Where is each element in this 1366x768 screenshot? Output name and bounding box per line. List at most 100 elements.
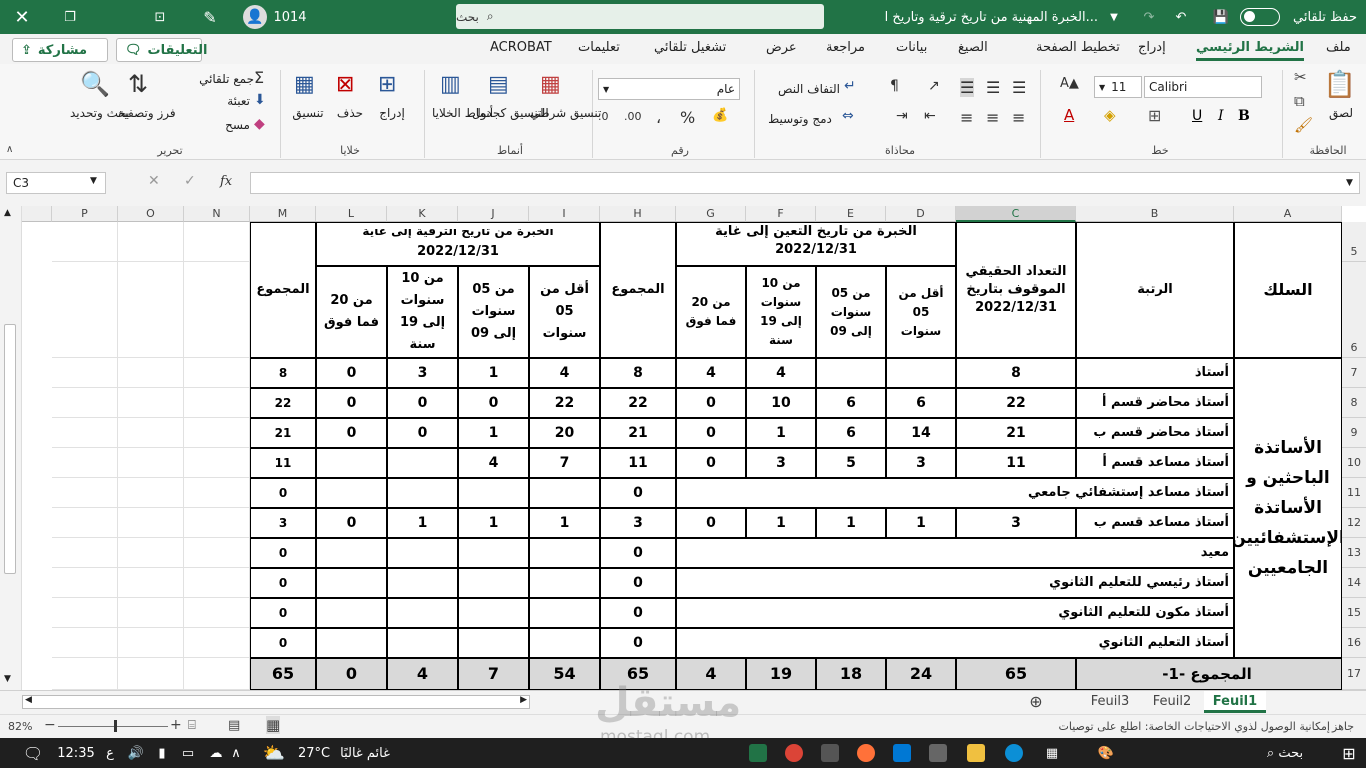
rank-cell[interactable]: أستاذ مساعد قسم ب — [1076, 508, 1234, 538]
data-cell-i[interactable] — [529, 538, 600, 568]
vertical-scrollbar[interactable]: ▲ ▼ — [0, 206, 22, 690]
header-total-1[interactable]: المجموع — [600, 222, 676, 358]
explorer-app-icon[interactable] — [962, 738, 990, 768]
cut-icon[interactable]: ✂ — [1294, 68, 1307, 86]
fill-button[interactable]: تعبئة — [200, 94, 250, 109]
header-sub-lt5[interactable]: أقل من 05 سنوات — [886, 266, 956, 358]
data-cell-h[interactable]: 22 — [600, 388, 676, 418]
battery-icon[interactable]: ▭ — [176, 738, 200, 768]
data-cell-f[interactable]: 4 — [746, 358, 816, 388]
rank-cell[interactable]: أستاذ مساعد إستشفائي جامعي — [676, 478, 1234, 508]
undo-icon[interactable]: ↶ — [1166, 0, 1196, 34]
confirm-icon[interactable]: ✓ — [184, 174, 196, 189]
function-icon[interactable]: fx — [220, 174, 232, 189]
rank-cell[interactable]: أستاذ مكون للتعليم الثانوي — [676, 598, 1234, 628]
header-total-2[interactable]: المجموع — [250, 222, 316, 358]
column-header-m[interactable]: M — [250, 206, 316, 222]
data-cell-d[interactable]: 1 — [886, 508, 956, 538]
accessibility-status[interactable]: إمكانية الوصول لذوي الاحتياجات الخاصة: ا… — [1030, 720, 1330, 733]
scroll-down-icon[interactable]: ▼ — [4, 674, 11, 684]
scroll-right-icon[interactable]: ▶ — [520, 695, 527, 705]
column-header-j[interactable]: J — [458, 206, 529, 222]
underline-icon[interactable]: U — [1192, 108, 1202, 124]
collapse-ribbon-icon[interactable]: ∧ — [6, 144, 13, 155]
data-cell-g[interactable]: 4 — [676, 358, 746, 388]
data-cell-m[interactable]: 11 — [250, 448, 316, 478]
pen-icon[interactable]: ✎ — [190, 0, 230, 34]
data-cell-i[interactable] — [529, 478, 600, 508]
data-cell-f[interactable]: 3 — [746, 448, 816, 478]
column-header-a[interactable]: A — [1234, 206, 1342, 222]
store-app-icon[interactable] — [924, 738, 952, 768]
bold-icon[interactable]: B — [1238, 108, 1250, 124]
column-header-p[interactable]: P — [52, 206, 118, 222]
empty-cell[interactable] — [184, 598, 250, 628]
data-cell-h[interactable]: 8 — [600, 358, 676, 388]
header-sub-10to19[interactable]: من 10 سنوات إلى 19 سنة — [387, 266, 458, 358]
data-cell-h[interactable]: 0 — [600, 568, 676, 598]
empty-cell[interactable] — [118, 628, 184, 658]
empty-cell[interactable] — [184, 448, 250, 478]
data-cell-l[interactable] — [316, 598, 387, 628]
empty-cell[interactable] — [52, 478, 118, 508]
data-cell-h[interactable]: 0 — [600, 478, 676, 508]
align-middle-icon[interactable]: ☰ — [960, 78, 975, 97]
find-select-icon[interactable]: 🔍 — [80, 70, 110, 98]
data-cell-j[interactable] — [458, 628, 529, 658]
tab-formulas[interactable]: الصيغ — [958, 40, 988, 55]
empty-cell[interactable] — [52, 388, 118, 418]
format-painter-icon[interactable]: 🖌 — [1294, 116, 1313, 134]
paste-label[interactable]: لصق — [1316, 106, 1366, 121]
data-cell-l[interactable] — [316, 478, 387, 508]
clock[interactable]: 12:35 — [56, 738, 96, 768]
row-header[interactable]: 8 — [1342, 388, 1366, 418]
data-cell-d[interactable]: 3 — [886, 448, 956, 478]
empty-cell[interactable] — [118, 658, 184, 690]
empty-cell[interactable] — [184, 388, 250, 418]
data-cell-j[interactable]: 1 — [458, 418, 529, 448]
data-cell-e[interactable] — [816, 358, 886, 388]
header-sub-5to9[interactable]: من 05 سنوات إلى 09 — [816, 266, 886, 358]
taskbar-search[interactable]: بحث ⌕ — [1250, 738, 1320, 768]
data-cell-i[interactable]: 4 — [529, 358, 600, 388]
data-cell-i[interactable] — [529, 628, 600, 658]
data-cell-m[interactable]: 22 — [250, 388, 316, 418]
decrease-decimal-icon[interactable]: .00 — [624, 110, 642, 123]
find-select-button[interactable]: بحث وتحديد — [70, 106, 130, 121]
data-cell-m[interactable]: 21 — [250, 418, 316, 448]
clear-button[interactable]: مسح — [200, 118, 250, 133]
insert-cells-icon[interactable]: ⊞ — [378, 72, 396, 97]
data-cell-h[interactable]: 21 — [600, 418, 676, 448]
empty-cell[interactable] — [184, 478, 250, 508]
column-header-g[interactable]: G — [676, 206, 746, 222]
paste-icon[interactable]: 📋 — [1322, 70, 1358, 100]
rank-cell[interactable]: أستاذ محاضر قسم أ — [1076, 388, 1234, 418]
scroll-left-icon[interactable]: ◀ — [25, 695, 32, 705]
column-header-o[interactable]: O — [118, 206, 184, 222]
borders-icon[interactable]: ⊞ — [1148, 106, 1161, 125]
data-cell-d[interactable]: 6 — [886, 388, 956, 418]
data-cell-g[interactable]: 0 — [676, 508, 746, 538]
zoom-out-icon[interactable]: − — [44, 717, 56, 733]
empty-cell[interactable] — [52, 358, 118, 388]
data-cell-i[interactable]: 1 — [529, 508, 600, 538]
total-cell-f[interactable]: 19 — [746, 658, 816, 690]
empty-cell[interactable] — [52, 262, 118, 358]
tab-insert[interactable]: إدراج — [1138, 40, 1166, 55]
header-sub-5to9[interactable]: من 05 سنوات إلى 09 — [458, 266, 529, 358]
rank-cell[interactable]: معيد — [676, 538, 1234, 568]
network-icon[interactable]: ▮ — [150, 738, 174, 768]
weather-icon[interactable]: ⛅ — [258, 738, 290, 768]
data-cell-m[interactable]: 0 — [250, 598, 316, 628]
data-cell-i[interactable] — [529, 598, 600, 628]
rank-cell[interactable]: أستاذ محاضر قسم ب — [1076, 418, 1234, 448]
data-cell-k[interactable] — [387, 478, 458, 508]
data-cell-i[interactable]: 22 — [529, 388, 600, 418]
data-cell-l[interactable]: 0 — [316, 388, 387, 418]
eraser-icon[interactable]: ◆ — [254, 116, 265, 132]
data-cell-l[interactable] — [316, 628, 387, 658]
column-header-n[interactable]: N — [184, 206, 250, 222]
column-header-b[interactable]: B — [1076, 206, 1234, 222]
empty-cell[interactable] — [52, 418, 118, 448]
data-cell-k[interactable]: 3 — [387, 358, 458, 388]
